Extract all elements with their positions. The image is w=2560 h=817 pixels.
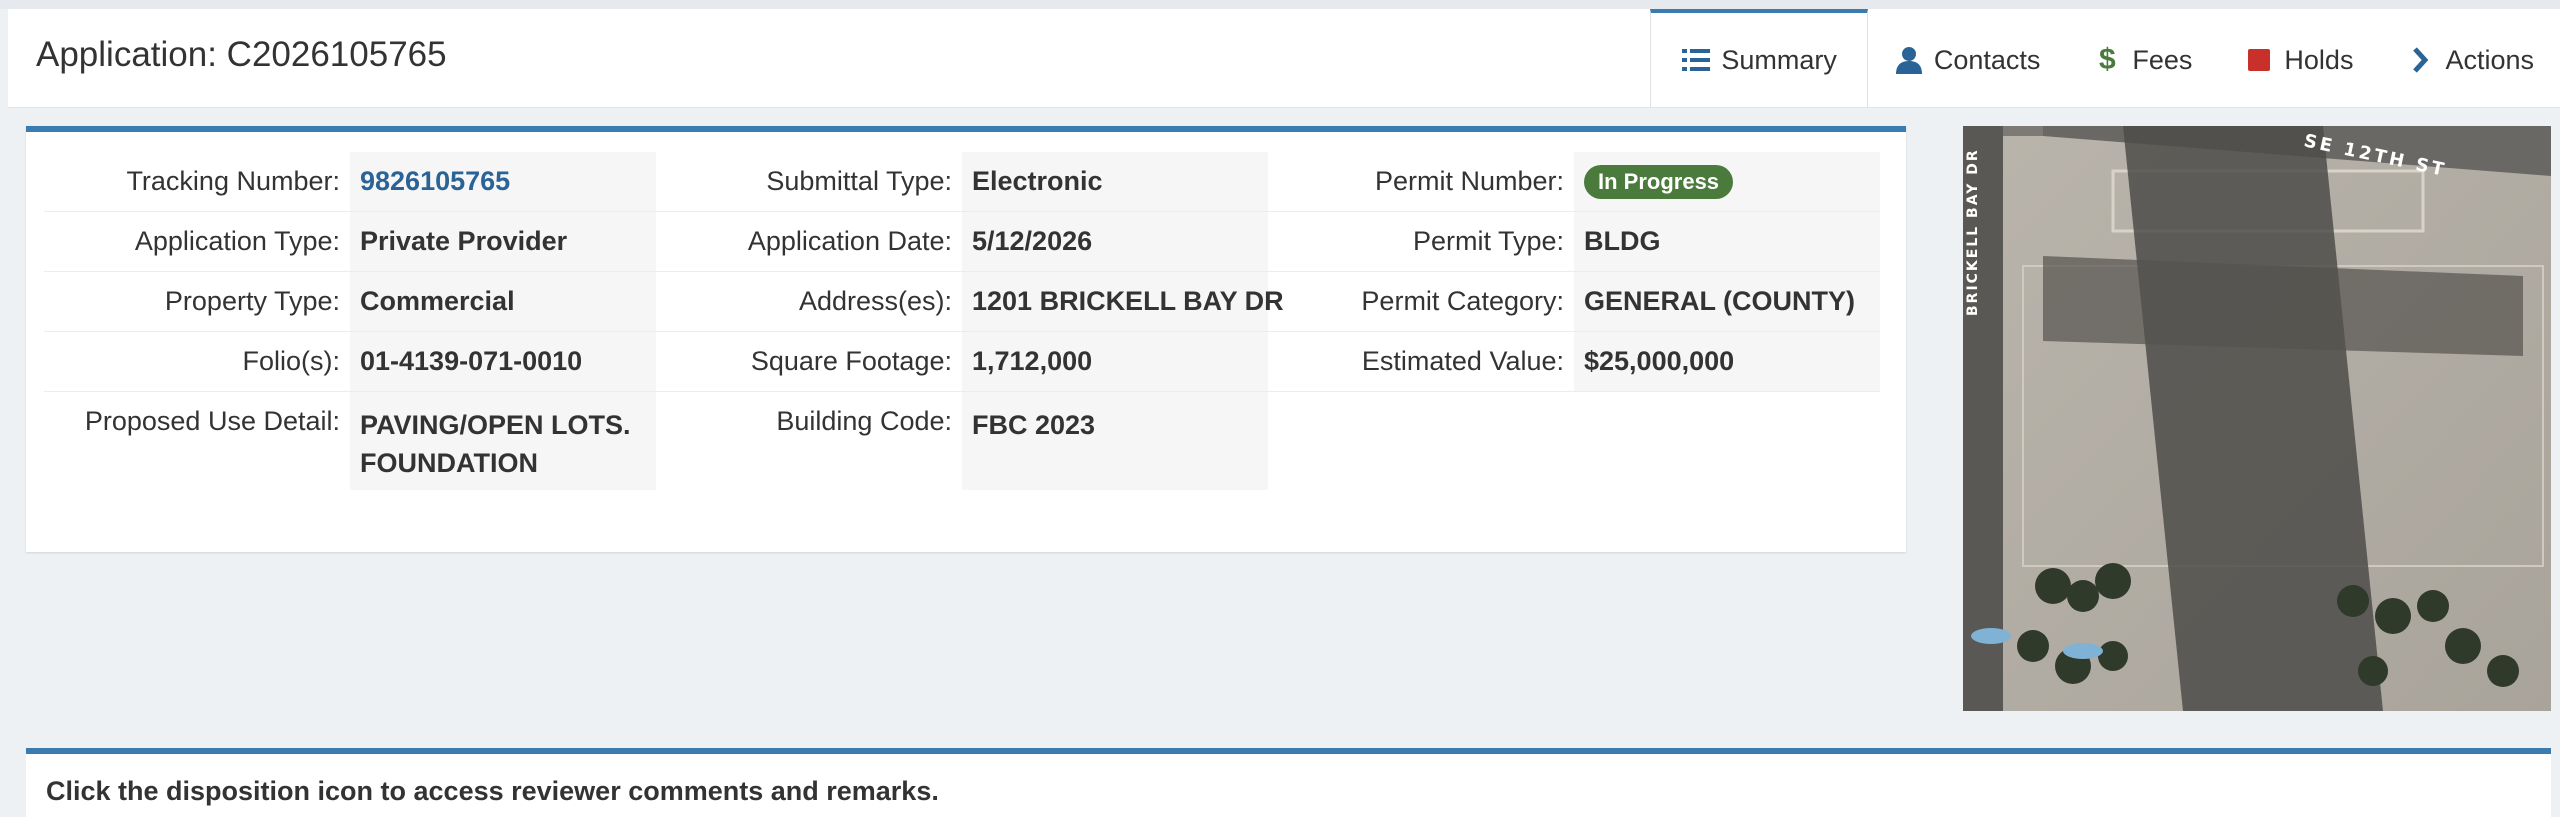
dollar-icon: $ (2099, 43, 2116, 76)
aerial-map-image[interactable]: SE 12TH ST BRICKELL BAY DR (1963, 126, 2551, 711)
proposed-use-value: PAVING/OPEN LOTS. FOUNDATION (350, 392, 656, 490)
folios-value: 01-4139-071-0010 (350, 332, 656, 392)
estimated-value-value: $25,000,000 (1574, 332, 1880, 392)
property-type-label: Property Type: (44, 272, 350, 332)
chevron-right-icon (2405, 45, 2435, 75)
square-footage-label: Square Footage: (656, 332, 962, 392)
application-details-panel: Tracking Number: 9826105765 Submittal Ty… (26, 126, 1906, 552)
tab-contacts[interactable]: Contacts (1868, 9, 2067, 107)
permit-category-value: GENERAL (COUNTY) (1574, 272, 1880, 332)
tab-holds-label: Holds (2284, 44, 2354, 75)
submittal-type-label: Submittal Type: (656, 152, 962, 212)
addresses-label: Address(es): (656, 272, 962, 332)
tab-fees[interactable]: $ Fees (2066, 9, 2218, 107)
tab-actions-label: Actions (2445, 44, 2534, 75)
proposed-use-label: Proposed Use Detail: (84, 406, 340, 436)
top-strip (0, 0, 2560, 9)
property-type-value: Commercial (350, 272, 656, 332)
empty-cell (1268, 392, 1574, 490)
permit-number-value: In Progress (1574, 152, 1880, 212)
square-footage-value: 1,712,000 (962, 332, 1268, 392)
folios-label: Folio(s): (44, 332, 350, 392)
permit-type-value: BLDG (1574, 212, 1880, 272)
estimated-value-label: Estimated Value: (1268, 332, 1574, 392)
tab-fees-label: Fees (2132, 44, 2193, 75)
empty-cell (1574, 392, 1880, 490)
permit-category-label: Permit Category: (1268, 272, 1574, 332)
application-type-label: Application Type: (44, 212, 350, 272)
list-icon (1681, 45, 1711, 75)
tab-summary-label: Summary (1721, 44, 1837, 75)
pool (2063, 643, 2103, 659)
status-badge: In Progress (1584, 164, 1734, 199)
submittal-type-value: Electronic (962, 152, 1268, 212)
user-icon (1894, 45, 1924, 75)
details-grid: Tracking Number: 9826105765 Submittal Ty… (44, 152, 1884, 490)
instruction-text: Click the disposition icon to access rev… (46, 776, 939, 806)
application-header: Application: C2026105765 Summary Contact… (8, 9, 2560, 108)
tab-summary[interactable]: Summary (1650, 9, 1868, 107)
application-type-value: Private Provider (350, 212, 656, 272)
addresses-value: 1201 BRICKELL BAY DR (962, 272, 1284, 332)
tracking-number-label: Tracking Number: (44, 152, 350, 212)
permit-number-label: Permit Number: (1268, 152, 1574, 212)
tracking-number-link[interactable]: 9826105765 (350, 152, 656, 212)
tab-contacts-label: Contacts (1933, 44, 2041, 75)
street-label-left: BRICKELL BAY DR (1965, 148, 1981, 316)
tab-holds[interactable]: Holds (2218, 9, 2379, 107)
building-code-label: Building Code: (776, 406, 952, 436)
building-code-value: FBC 2023 (962, 392, 1268, 490)
aerial-map-svg: SE 12TH ST BRICKELL BAY DR (1963, 126, 2551, 711)
application-date-value: 5/12/2026 (962, 212, 1268, 272)
tab-actions[interactable]: Actions (2379, 9, 2560, 107)
tab-bar: Summary Contacts $ Fees Holds Actions (1650, 9, 2560, 107)
permit-type-label: Permit Type: (1268, 212, 1574, 272)
page-title: Application: C2026105765 (36, 35, 447, 74)
pool (1971, 628, 2011, 644)
square-icon (2244, 45, 2274, 75)
instruction-bar: Click the disposition icon to access rev… (26, 748, 2551, 817)
application-date-label: Application Date: (656, 212, 962, 272)
